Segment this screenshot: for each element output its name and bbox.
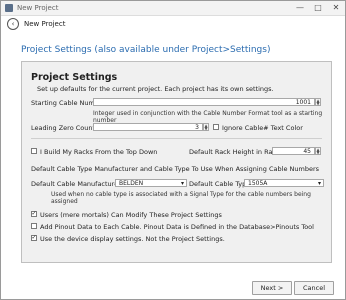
manufacturer-select[interactable]: BELDEN ▾ xyxy=(115,179,187,187)
cable-type-label: Default Cable Type xyxy=(189,180,251,188)
rack-height-input[interactable]: 45 xyxy=(272,147,315,155)
divider xyxy=(31,138,322,139)
checkmark-icon: ✓ xyxy=(31,234,37,241)
cable-type-hint: Used when no cable type is associated wi… xyxy=(51,191,311,205)
panel-description: Set up defaults for the current project.… xyxy=(37,85,274,93)
manufacturer-value: BELDEN xyxy=(119,180,144,187)
manufacturer-label: Default Cable Manufacturer xyxy=(31,180,121,188)
default-cable-heading: Default Cable Type Manufacturer and Cabl… xyxy=(31,165,320,173)
next-button[interactable]: Next > xyxy=(252,281,292,295)
panel-heading: Project Settings xyxy=(31,72,118,83)
minimize-button[interactable]: — xyxy=(291,1,309,15)
cable-type-select[interactable]: 1505A ▾ xyxy=(244,179,324,187)
chevron-down-icon: ▾ xyxy=(317,180,321,187)
ignore-cable-color-label: Ignore Cable# Text Color xyxy=(222,124,303,132)
starting-cable-hint: Integer used in conjunction with the Cab… xyxy=(93,110,323,124)
device-display-label: Use the device display settings. Not the… xyxy=(40,235,225,243)
leading-zero-input[interactable]: 3 xyxy=(93,123,203,131)
new-project-window: New Project — □ ✕ ‹ New Project Project … xyxy=(0,0,346,300)
build-racks-checkbox[interactable] xyxy=(31,148,37,154)
chevron-left-icon: ‹ xyxy=(11,20,15,28)
ignore-cable-color-checkbox[interactable] xyxy=(213,124,219,130)
cable-type-value: 1505A xyxy=(248,180,268,187)
build-racks-label: I Build My Racks From the Top Down xyxy=(40,148,158,156)
users-modify-label: Users (mere mortals) Can Modify These Pr… xyxy=(40,211,222,219)
close-button[interactable]: ✕ xyxy=(327,1,345,15)
page-header: ‹ New Project xyxy=(1,16,345,32)
leading-zero-spinner[interactable]: ▲ ▼ xyxy=(203,123,209,131)
back-button[interactable]: ‹ xyxy=(7,18,19,30)
starting-cable-spinner[interactable]: ▲ ▼ xyxy=(315,98,321,106)
header-title: New Project xyxy=(24,20,66,28)
chevron-down-icon: ▾ xyxy=(180,180,184,187)
starting-cable-input[interactable]: 1001 xyxy=(93,98,315,106)
cancel-button[interactable]: Cancel xyxy=(294,281,334,295)
pinout-checkbox[interactable] xyxy=(31,223,37,229)
window-title: New Project xyxy=(17,4,59,12)
title-bar: New Project — □ ✕ xyxy=(1,1,345,16)
section-title: Project Settings (also available under P… xyxy=(21,45,271,55)
leading-zero-label: Leading Zero Count xyxy=(31,124,96,132)
project-settings-panel: Project Settings Set up defaults for the… xyxy=(21,61,332,263)
app-icon xyxy=(5,4,13,12)
pinout-label: Add Pinout Data to Each Cable. Pinout Da… xyxy=(40,223,314,231)
checkmark-icon: ✓ xyxy=(31,210,37,217)
maximize-button[interactable]: □ xyxy=(309,1,327,15)
device-display-checkbox[interactable]: ✓ xyxy=(31,235,37,241)
users-modify-checkbox[interactable]: ✓ xyxy=(31,211,37,217)
rack-height-spinner[interactable]: ▲ ▼ xyxy=(315,147,321,155)
